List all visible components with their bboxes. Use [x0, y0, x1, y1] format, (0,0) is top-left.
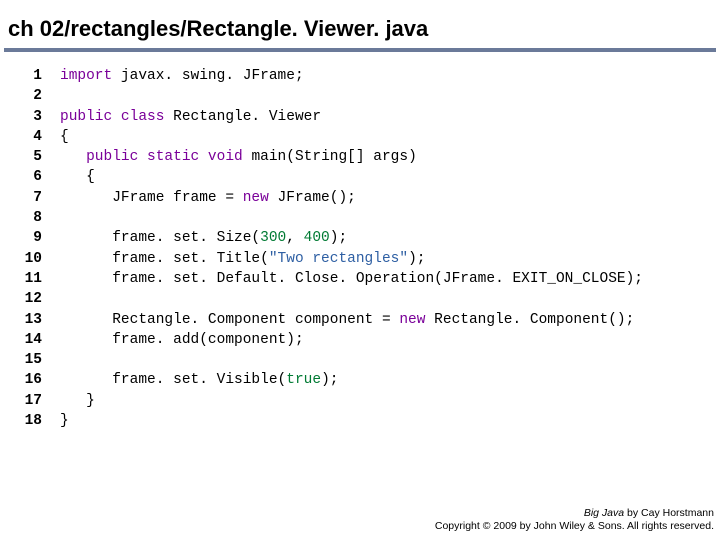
code-content: JFrame frame = new JFrame();: [60, 188, 356, 208]
code-content: }: [60, 391, 95, 411]
line-number: 9: [14, 228, 42, 248]
line-number: 4: [14, 127, 42, 147]
footer-line2: Copyright © 2009 by John Wiley & Sons. A…: [435, 520, 714, 534]
code-line: 5 public static void main(String[] args): [14, 147, 720, 167]
line-number: 10: [14, 249, 42, 269]
line-number: 8: [14, 208, 42, 228]
code-line: 7 JFrame frame = new JFrame();: [14, 188, 720, 208]
code-line: 4{: [14, 127, 720, 147]
code-content: frame. add(component);: [60, 330, 304, 350]
footer-author: by Cay Horstmann: [624, 507, 714, 519]
page-title: ch 02/rectangles/Rectangle. Viewer. java: [8, 16, 712, 42]
code-line: 3 public class Rectangle. Viewer: [14, 107, 720, 127]
code-line: 15: [14, 350, 720, 370]
line-number: 14: [14, 330, 42, 350]
line-number: 15: [14, 350, 42, 370]
code-content: [60, 208, 69, 228]
line-number: 18: [14, 411, 42, 431]
code-line: 16 frame. set. Visible(true);: [14, 370, 720, 390]
code-content: public static void main(String[] args): [60, 147, 417, 167]
code-line: 11 frame. set. Default. Close. Operation…: [14, 269, 720, 289]
code-line: 17 }: [14, 391, 720, 411]
code-line: 13 Rectangle. Component component = new …: [14, 310, 720, 330]
book-title: Big Java: [584, 507, 624, 519]
code-line: 8: [14, 208, 720, 228]
line-number: 7: [14, 188, 42, 208]
line-number: 12: [14, 289, 42, 309]
code-content: [60, 289, 69, 309]
slide-header: ch 02/rectangles/Rectangle. Viewer. java: [0, 0, 720, 48]
footer-line1: Big Java by Cay Horstmann: [435, 507, 714, 521]
code-content: }: [60, 411, 69, 431]
line-number: 1: [14, 66, 42, 86]
code-content: {: [60, 167, 95, 187]
code-content: frame. set. Default. Close. Operation(JF…: [60, 269, 643, 289]
code-content: frame. set. Title("Two rectangles");: [60, 249, 425, 269]
line-number: 16: [14, 370, 42, 390]
code-line: 10 frame. set. Title("Two rectangles");: [14, 249, 720, 269]
code-content: frame. set. Size(300, 400);: [60, 228, 347, 248]
code-line: 2: [14, 86, 720, 106]
code-content: frame. set. Visible(true);: [60, 370, 338, 390]
code-content: public class Rectangle. Viewer: [60, 107, 321, 127]
code-content: {: [60, 127, 69, 147]
code-line: 12: [14, 289, 720, 309]
code-content: import javax. swing. JFrame;: [60, 66, 304, 86]
line-number: 3: [14, 107, 42, 127]
code-line: 9 frame. set. Size(300, 400);: [14, 228, 720, 248]
code-content: [60, 350, 69, 370]
code-block: 1 import javax. swing. JFrame; 2 3 public c…: [0, 62, 720, 431]
line-number: 13: [14, 310, 42, 330]
line-number: 6: [14, 167, 42, 187]
footer: Big Java by Cay Horstmann Copyright © 20…: [435, 507, 714, 534]
line-number: 11: [14, 269, 42, 289]
line-number: 2: [14, 86, 42, 106]
code-content: [60, 86, 69, 106]
divider-thin: [4, 51, 716, 52]
line-number: 5: [14, 147, 42, 167]
code-line: 14 frame. add(component);: [14, 330, 720, 350]
code-line: 1 import javax. swing. JFrame;: [14, 66, 720, 86]
code-line: 18}: [14, 411, 720, 431]
code-line: 6 {: [14, 167, 720, 187]
code-content: Rectangle. Component component = new Rec…: [60, 310, 634, 330]
line-number: 17: [14, 391, 42, 411]
